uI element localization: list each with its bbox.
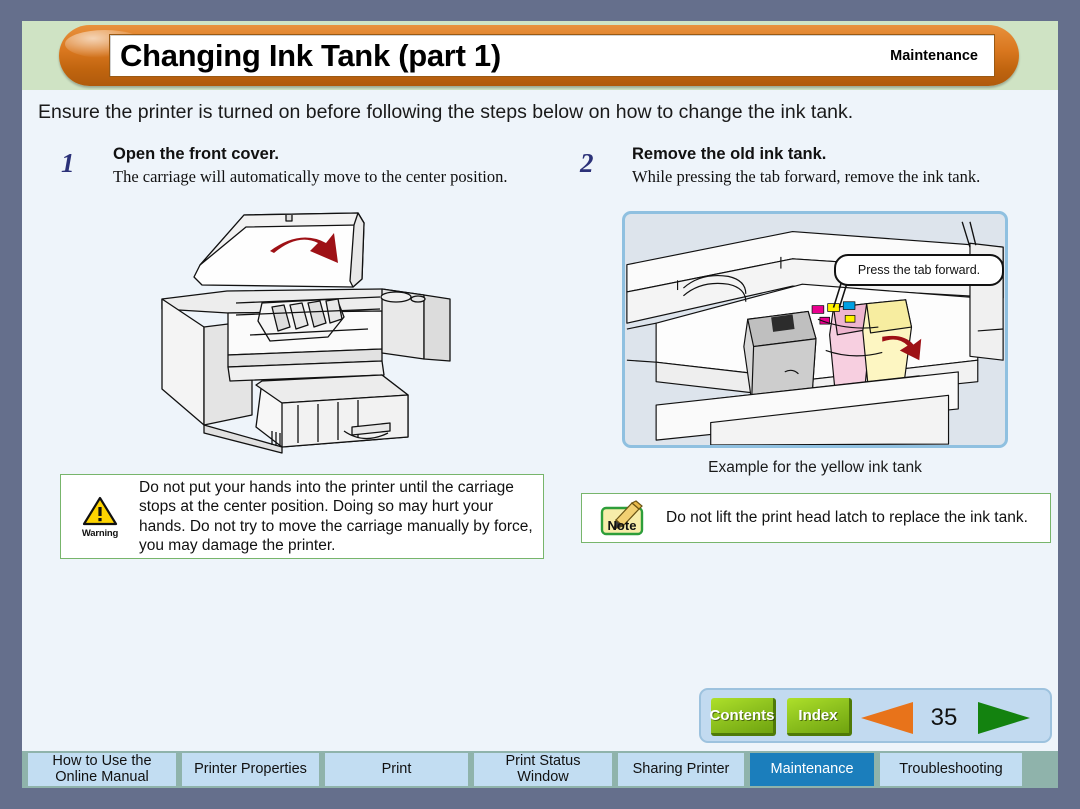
step-1-description: The carriage will automatically move to … bbox=[113, 167, 508, 186]
tab-label-line: Troubleshooting bbox=[899, 760, 1003, 777]
previous-page-arrow-icon[interactable] bbox=[861, 702, 913, 734]
warning-label: Warning bbox=[81, 527, 119, 539]
page-title: Changing Ink Tank (part 1) bbox=[120, 37, 501, 73]
header-section-label: Maintenance bbox=[890, 47, 978, 64]
tab-label-line: Window bbox=[517, 768, 569, 785]
carriage-ink-tank-illustration bbox=[626, 221, 1004, 445]
warning-text: Do not put your hands into the printer u… bbox=[139, 478, 533, 555]
warning-triangle-icon bbox=[82, 496, 118, 525]
step-1-header: 1 Open the front cover. The carriage wil… bbox=[39, 143, 559, 195]
tab-label-line: Online Manual bbox=[55, 768, 149, 785]
step-2-description: While pressing the tab forward, remove t… bbox=[632, 167, 981, 186]
next-page-arrow-icon[interactable] bbox=[978, 702, 1030, 734]
bottom-tab-bar: How to Use the Online Manual Printer Prope… bbox=[22, 751, 1058, 788]
index-button-label: Index bbox=[798, 707, 838, 724]
title-capsule: Changing Ink Tank (part 1) Maintenance bbox=[59, 25, 1019, 86]
tab-label-line: Print bbox=[381, 760, 412, 777]
contents-button-label: Contents bbox=[709, 707, 775, 724]
header-band: Changing Ink Tank (part 1) Maintenance bbox=[22, 21, 1058, 90]
tab-label-line: Sharing Printer bbox=[632, 760, 730, 777]
contents-button[interactable]: Contents bbox=[709, 698, 776, 736]
step-1-column: 1 Open the front cover. The carriage wil… bbox=[39, 143, 559, 195]
note-text: Do not lift the print head latch to repl… bbox=[666, 509, 1028, 526]
manual-page: Changing Ink Tank (part 1) Maintenance E… bbox=[22, 21, 1058, 788]
tab-label-line: Printer Properties bbox=[194, 760, 307, 777]
step-1-title: Open the front cover. bbox=[113, 145, 279, 163]
note-pencil-icon: Note bbox=[600, 500, 644, 536]
note-box: Note Do not lift the print head latch to… bbox=[581, 493, 1051, 543]
tab-print[interactable]: Print bbox=[325, 753, 468, 786]
tab-label-line: How to Use the bbox=[52, 753, 152, 769]
tab-print-status-window[interactable]: Print Status Window bbox=[474, 753, 612, 786]
warning-icon-cell: Warning bbox=[61, 495, 139, 539]
printer-open-cover-illustration bbox=[161, 212, 451, 454]
step-2-column: 2 Remove the old ink tank. While pressin… bbox=[562, 143, 1052, 195]
step-2-number: 2 bbox=[580, 148, 594, 178]
title-plate: Changing Ink Tank (part 1) Maintenance bbox=[109, 34, 995, 77]
index-button[interactable]: Index bbox=[787, 698, 852, 736]
step-2-title: Remove the old ink tank. bbox=[632, 145, 827, 163]
tab-how-to-use-the-online-manual[interactable]: How to Use the Online Manual bbox=[28, 753, 176, 786]
tab-maintenance[interactable]: Maintenance bbox=[750, 753, 874, 786]
tab-sharing-printer[interactable]: Sharing Printer bbox=[618, 753, 744, 786]
note-label: Note bbox=[608, 518, 637, 533]
page-number: 35 bbox=[930, 704, 958, 731]
intro-text: Ensure the printer is turned on before f… bbox=[38, 101, 854, 123]
step-1-number: 1 bbox=[61, 148, 75, 178]
step-2-header: 2 Remove the old ink tank. While pressin… bbox=[562, 143, 1052, 195]
warning-box: Warning Do not put your hands into the p… bbox=[60, 474, 544, 559]
carriage-caption: Example for the yellow ink tank bbox=[708, 459, 922, 476]
tab-label-line: Print Status bbox=[505, 753, 581, 769]
tab-troubleshooting[interactable]: Troubleshooting bbox=[880, 753, 1022, 786]
callout-balloon: Press the tab forward. bbox=[834, 254, 1004, 286]
tab-label-line: Maintenance bbox=[770, 760, 854, 777]
tab-printer-properties[interactable]: Printer Properties bbox=[182, 753, 319, 786]
navigation-panel: Contents Index 35 bbox=[699, 688, 1052, 743]
callout-text: Press the tab forward. bbox=[857, 263, 981, 277]
carriage-illustration-frame: Press the tab forward. bbox=[622, 211, 1008, 448]
note-icon-cell: Note bbox=[582, 498, 660, 538]
